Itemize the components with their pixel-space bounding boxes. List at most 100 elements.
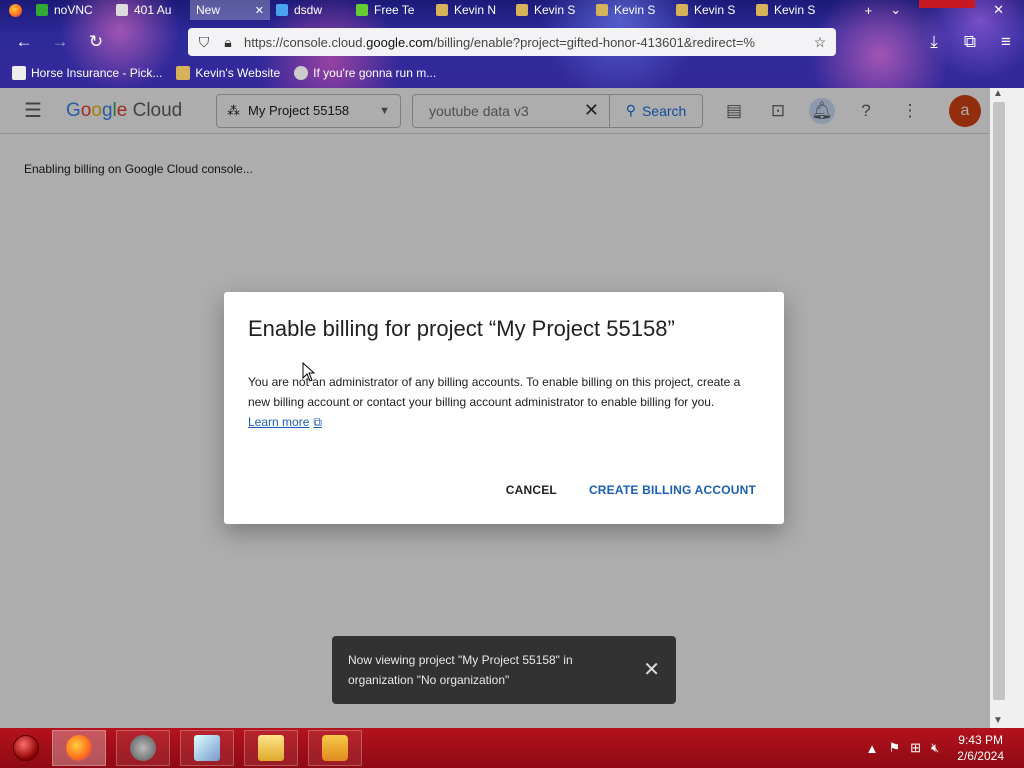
forward-icon[interactable]: →	[42, 32, 78, 52]
app-face-icon	[322, 735, 348, 761]
snackbar-message: Now viewing project "My Project 55158" i…	[348, 653, 573, 687]
shield-icon[interactable]: ⛉	[196, 34, 212, 51]
tab-dsdw[interactable]: dsdw	[270, 0, 350, 20]
tab-label: Kevin S	[774, 3, 816, 17]
volume-muted-icon[interactable]: 🔇︎	[931, 740, 939, 756]
clock-time: 9:43 PM	[958, 733, 1003, 747]
tab-novnc[interactable]: noVNC	[30, 0, 110, 20]
show-hidden-icons-icon[interactable]: ▲	[866, 741, 879, 756]
enable-billing-dialog: Enable billing for project “My Project 5…	[224, 292, 784, 524]
learn-more-link[interactable]: Learn more ⧉	[248, 412, 322, 432]
tab-kevin-n[interactable]: Kevin N	[430, 0, 510, 20]
tab-401[interactable]: 401 Au	[110, 0, 190, 20]
bookmark-favicon-icon	[176, 66, 191, 80]
navigation-bar: ← → ↻ ⛉ 🔒︎ https://console.cloud.google.…	[0, 26, 1024, 58]
bookmark-label: Kevin's Website	[195, 66, 281, 80]
clock[interactable]: 9:43 PM 2/6/2024	[957, 732, 1004, 764]
taskbar-notes[interactable]	[180, 730, 234, 766]
bookmark-favicon-icon	[294, 66, 309, 80]
firefox-icon	[66, 735, 92, 761]
scrollbar-thumb[interactable]	[993, 102, 1005, 700]
scroll-down-icon[interactable]: ▼	[993, 715, 1003, 726]
tab-label: dsdw	[294, 3, 323, 17]
tabstrip-controls: + ⌄ ✕	[865, 0, 1024, 20]
learn-more-label: Learn more	[248, 415, 310, 429]
cancel-button[interactable]: CANCEL	[506, 483, 557, 497]
system-tray: ▲ ⚑ ⊞ 🔇︎ 9:43 PM 2/6/2024	[866, 732, 1024, 764]
windows-taskbar: ▲ ⚑ ⊞ 🔇︎ 9:43 PM 2/6/2024	[0, 728, 1024, 768]
notepad-icon	[194, 735, 220, 761]
tab-free-te[interactable]: Free Te	[350, 0, 430, 20]
create-billing-account-button[interactable]: CREATE BILLING ACCOUNT	[589, 483, 756, 497]
close-tab-icon[interactable]: ✕	[255, 4, 264, 17]
tab-page-icon	[116, 4, 128, 16]
tab-page-icon	[436, 4, 448, 16]
firefox-menu-button[interactable]	[0, 0, 30, 20]
tab-kevin-s-3[interactable]: Kevin S	[670, 0, 750, 20]
tab-label: noVNC	[54, 3, 93, 17]
tab-kevin-s-2[interactable]: Kevin S	[590, 0, 670, 20]
bookmark-label: If you're gonna run m...	[313, 66, 437, 80]
tab-label: Kevin S	[694, 3, 736, 17]
toolbar-right: ⤓ ⧉ ≡	[916, 26, 1024, 58]
tab-page-icon	[276, 4, 288, 16]
dialog-body: You are not an administrator of any bill…	[248, 372, 760, 432]
vnc-icon	[36, 4, 48, 16]
tab-kevin-s-4[interactable]: Kevin S	[750, 0, 830, 20]
bookmark-horse-insurance[interactable]: Horse Insurance - Pick...	[12, 66, 162, 80]
bookmark-label: Horse Insurance - Pick...	[31, 66, 163, 80]
page-scrollbar[interactable]: ▲ ▼	[990, 88, 1024, 728]
tab-kevin-s-1[interactable]: Kevin S	[510, 0, 590, 20]
tab-label: New	[196, 3, 221, 17]
dialog-title: Enable billing for project “My Project 5…	[248, 316, 675, 341]
tab-label: Kevin N	[454, 3, 497, 17]
extensions-icon[interactable]: ⧉	[952, 32, 988, 52]
window-close-icon[interactable]: ✕	[993, 2, 1004, 18]
start-orb-icon	[13, 735, 39, 761]
start-button[interactable]	[0, 728, 52, 768]
tab-page-icon	[756, 4, 768, 16]
dialog-message: You are not an administrator of any bill…	[248, 375, 741, 409]
snackbar: Now viewing project "My Project 55158" i…	[332, 636, 676, 704]
menu-icon[interactable]: ≡	[988, 32, 1024, 52]
network-icon[interactable]: ⊞	[910, 740, 921, 756]
lock-icon[interactable]: 🔒︎	[220, 34, 236, 51]
tab-strip: noVNC 401 Au New ✕ dsdw Free Te Kevin N …	[0, 0, 1024, 20]
bookmark-kevins-website[interactable]: Kevin's Website	[176, 66, 280, 80]
window-minimize-area[interactable]	[919, 0, 976, 8]
scroll-up-icon[interactable]: ▲	[993, 88, 1003, 99]
action-center-flag-icon[interactable]: ⚑	[889, 740, 901, 756]
tab-label: Kevin S	[614, 3, 656, 17]
taskbar-browser-compass[interactable]	[116, 730, 170, 766]
tab-page-icon	[356, 4, 368, 16]
bookmarks-bar: Horse Insurance - Pick... Kevin's Websit…	[0, 62, 436, 84]
firefox-icon	[8, 3, 22, 17]
taskbar-file-explorer[interactable]	[244, 730, 298, 766]
mouse-cursor-icon	[302, 362, 316, 382]
external-link-icon: ⧉	[313, 415, 322, 429]
tab-page-icon	[596, 4, 608, 16]
bookmark-favicon-icon	[12, 66, 26, 80]
tab-label: Kevin S	[534, 3, 576, 17]
clock-date: 2/6/2024	[957, 749, 1004, 763]
tab-page-icon	[516, 4, 528, 16]
dialog-actions: CANCEL CREATE BILLING ACCOUNT	[506, 483, 756, 497]
browser-chrome: noVNC 401 Au New ✕ dsdw Free Te Kevin N …	[0, 0, 1024, 88]
close-snackbar-icon[interactable]: ✕	[643, 660, 660, 680]
back-icon[interactable]: ←	[6, 32, 42, 52]
new-tab-icon[interactable]: +	[865, 3, 873, 18]
tab-new-active[interactable]: New ✕	[190, 0, 270, 20]
bookmark-star-icon[interactable]: ☆	[812, 34, 828, 51]
compass-icon	[130, 735, 156, 761]
bookmark-if-youre-gonna[interactable]: If you're gonna run m...	[294, 66, 436, 80]
tab-label: 401 Au	[134, 3, 172, 17]
taskbar-app-face[interactable]	[308, 730, 362, 766]
folder-icon	[258, 735, 284, 761]
taskbar-firefox[interactable]	[52, 730, 106, 766]
tab-page-icon	[676, 4, 688, 16]
url-bar[interactable]: ⛉ 🔒︎ https://console.cloud.google.com/bi…	[188, 28, 836, 56]
reload-icon[interactable]: ↻	[78, 32, 114, 52]
list-tabs-icon[interactable]: ⌄	[890, 2, 901, 18]
url-text[interactable]: https://console.cloud.google.com/billing…	[244, 35, 804, 50]
download-icon[interactable]: ⤓	[916, 32, 952, 52]
